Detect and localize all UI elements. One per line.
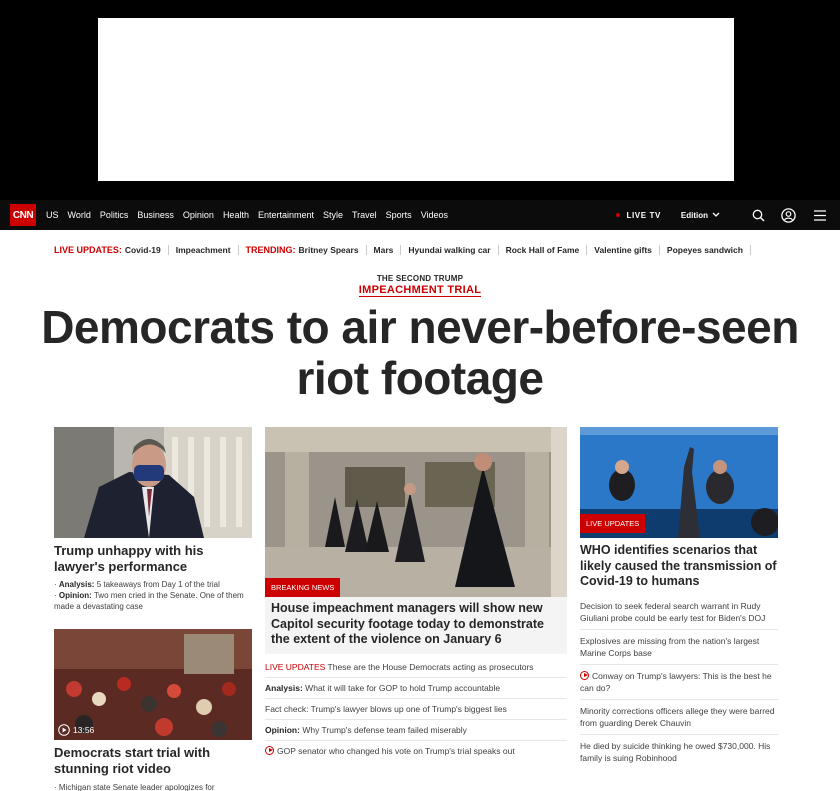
edition-dropdown[interactable]: Edition <box>681 211 720 220</box>
link-conway[interactable]: Conway on Trump's lawyers: This is the b… <box>580 663 778 699</box>
trend-item-mars[interactable]: Mars <box>374 245 394 255</box>
nav-link-sports[interactable]: Sports <box>386 210 412 220</box>
nav-link-entertainment[interactable]: Entertainment <box>258 210 314 220</box>
nav-link-videos[interactable]: Videos <box>421 210 448 220</box>
right-column: LIVE UPDATES WHO identifies scenarios th… <box>580 427 778 769</box>
card-title-riot-video[interactable]: Democrats start trial with stunning riot… <box>54 745 252 777</box>
ad-slot[interactable] <box>98 18 734 181</box>
live-updates-label: LIVE UPDATES: <box>54 245 122 255</box>
bullet-text: Michigan state Senate leader apologizes … <box>58 783 215 791</box>
divider <box>749 245 751 255</box>
bullet-michigan[interactable]: · Michigan state Senate leader apologize… <box>54 782 252 791</box>
trend-item-covid[interactable]: Covid-19 <box>125 245 161 255</box>
section-kicker-link[interactable]: IMPEACHMENT TRIAL <box>0 284 840 297</box>
card-title-who[interactable]: WHO identifies scenarios that likely cau… <box>580 543 778 590</box>
nav-link-style[interactable]: Style <box>323 210 343 220</box>
chevron-down-icon <box>712 212 720 217</box>
video-play-icon <box>580 670 589 680</box>
nav-links: US World Politics Business Opinion Healt… <box>46 210 457 220</box>
riot-video-thumbnail[interactable]: 13:56 <box>54 629 252 740</box>
trend-item-popeyes[interactable]: Popeyes sandwich <box>667 245 743 255</box>
top-nav-bar: CNN US World Politics Business Opinion H… <box>0 200 840 230</box>
trending-bar: LIVE UPDATES: Covid-19 Impeachment TREND… <box>54 241 774 259</box>
link-label: Opinion: <box>265 724 300 735</box>
nav-link-travel[interactable]: Travel <box>352 210 377 220</box>
trend-item-britney[interactable]: Britney Spears <box>299 245 359 255</box>
play-icon <box>58 724 70 736</box>
link-explosives[interactable]: Explosives are missing from the nation's… <box>580 628 778 664</box>
video-play-icon <box>265 745 274 755</box>
divider <box>365 245 367 255</box>
kicker-top: THE SECOND TRUMP <box>376 274 464 283</box>
link-text: Conway on Trump's lawyers: This is the b… <box>580 670 772 693</box>
link-giuliani[interactable]: Decision to seek federal search warrant … <box>580 595 778 629</box>
breaking-news-badge: BREAKING NEWS <box>265 578 341 597</box>
trend-item-hyundai[interactable]: Hyundai walking car <box>408 245 490 255</box>
divider <box>586 245 588 255</box>
bullet-label: Analysis: <box>58 580 95 589</box>
edition-label: Edition <box>680 210 708 220</box>
trending-label: TRENDING: <box>245 245 296 255</box>
video-duration-badge: 13:56 <box>58 724 94 736</box>
nav-link-business[interactable]: Business <box>137 210 174 220</box>
account-icon[interactable] <box>781 207 796 223</box>
link-fact-check[interactable]: Fact check: Trump's lawyer blows up one … <box>265 697 567 719</box>
kicker-main-label: IMPEACHMENT TRIAL <box>358 284 482 297</box>
link-gop-accountable[interactable]: Analysis: What it will take for GOP to h… <box>265 676 567 698</box>
divider <box>167 245 169 255</box>
divider <box>400 245 402 255</box>
card-title-trump-lawyer[interactable]: Trump unhappy with his lawyer's performa… <box>54 543 252 575</box>
cnn-logo[interactable]: CNN <box>10 204 36 226</box>
live-updates-badge: LIVE UPDATES <box>580 514 646 533</box>
nav-link-us[interactable]: US <box>46 210 59 220</box>
live-tv-label: LIVE TV <box>626 210 661 220</box>
bullet-opinion[interactable]: · Opinion: Two men cried in the Senate. … <box>54 590 252 612</box>
main-headline[interactable]: Democrats to air never-before-seen riot … <box>40 302 800 404</box>
link-gop-senator[interactable]: GOP senator who changed his vote on Trum… <box>265 739 567 761</box>
live-tv-button[interactable]: LIVE TV <box>616 211 660 220</box>
bullet-analysis[interactable]: · Analysis: 5 takeaways from Day 1 of th… <box>54 579 252 590</box>
nav-link-politics[interactable]: Politics <box>100 210 129 220</box>
link-chauvin[interactable]: Minority corrections officers allege the… <box>580 698 778 734</box>
trump-lawyer-photo[interactable] <box>54 427 252 538</box>
nav-right-tools: LIVE TV Edition <box>616 200 826 230</box>
live-dot-icon <box>616 213 621 217</box>
who-press-conference-photo[interactable]: LIVE UPDATES <box>580 427 778 538</box>
divider <box>237 245 239 255</box>
bullet-text: 5 takeaways from Day 1 of the trial <box>96 580 220 589</box>
link-text: What it will take for GOP to hold Trump … <box>305 682 501 693</box>
card-title-impeachment-managers[interactable]: House impeachment managers will show new… <box>265 597 567 654</box>
divider <box>658 245 660 255</box>
ad-banner-area <box>0 0 840 200</box>
nav-link-health[interactable]: Health <box>223 210 249 220</box>
link-robinhood[interactable]: He died by suicide thinking he owed $730… <box>580 733 778 769</box>
link-text: Why Trump's defense team failed miserabl… <box>302 724 467 735</box>
left-column: Trump unhappy with his lawyer's performa… <box>54 427 252 791</box>
link-text: These are the House Democrats acting as … <box>327 661 534 672</box>
link-prosecutors[interactable]: LIVE UPDATES These are the House Democra… <box>265 657 567 677</box>
live-updates-prefix: LIVE UPDATES <box>265 661 326 672</box>
link-defense-team[interactable]: Opinion: Why Trump's defense team failed… <box>265 718 567 740</box>
bullet-label: Opinion: <box>58 591 92 600</box>
trend-item-rock-hall[interactable]: Rock Hall of Fame <box>506 245 580 255</box>
video-duration: 13:56 <box>73 725 95 735</box>
hamburger-menu-icon[interactable] <box>814 209 826 221</box>
search-icon[interactable] <box>752 209 765 222</box>
middle-column: BREAKING NEWS House impeachment managers… <box>265 427 567 761</box>
nav-link-opinion[interactable]: Opinion <box>183 210 214 220</box>
link-label: Analysis: <box>265 682 303 693</box>
nav-link-world[interactable]: World <box>68 210 91 220</box>
trend-item-valentine[interactable]: Valentine gifts <box>594 245 652 255</box>
impeachment-managers-photo[interactable]: BREAKING NEWS <box>265 427 567 597</box>
divider <box>497 245 499 255</box>
trend-item-impeachment[interactable]: Impeachment <box>176 245 231 255</box>
link-text: GOP senator who changed his vote on Trum… <box>277 745 515 756</box>
